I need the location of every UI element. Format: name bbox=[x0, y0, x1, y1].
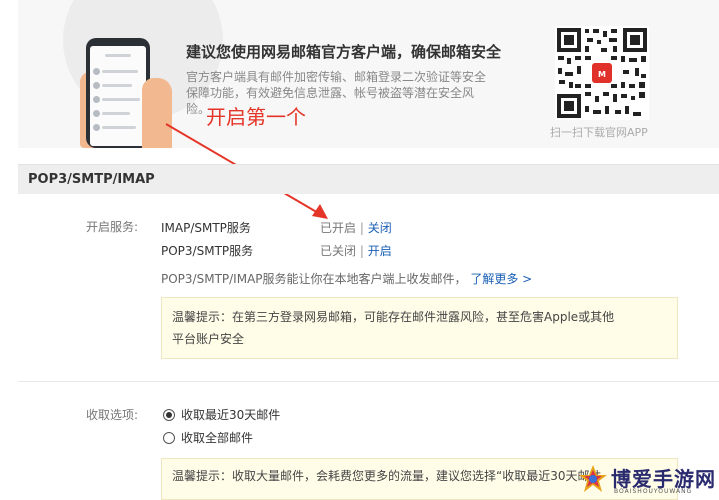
security-tip-line-2: 平台账户安全 bbox=[172, 332, 245, 346]
receive-options-label: 收取选项: bbox=[86, 408, 139, 422]
service-info-text: POP3/SMTP/IMAP服务能让你在本地客户端上收发邮件， bbox=[161, 272, 467, 286]
service-status-pop3: 已关闭 | 开启 bbox=[320, 242, 392, 259]
radio-unchecked-icon[interactable] bbox=[163, 431, 175, 444]
enable-service-label: 开启服务: bbox=[86, 220, 139, 234]
section-divider bbox=[18, 381, 719, 382]
qr-caption: 扫一扫下载官网APP bbox=[550, 126, 648, 139]
section-header: POP3/SMTP/IMAP bbox=[18, 164, 719, 194]
radio-label: 收取全部邮件 bbox=[181, 431, 254, 445]
annotation-label: 开启第一个 bbox=[206, 105, 306, 129]
promo-desc-line-1: 官方客户端具有邮件加密传输、邮箱登录二次验证等安全 bbox=[186, 70, 487, 84]
status-separator: | bbox=[359, 244, 364, 258]
security-tip-line-1: 温馨提示：在第三方登录网易邮箱，可能存在邮件泄露风险，甚至危害Apple或其他 bbox=[172, 310, 615, 324]
service-name-imap: IMAP/SMTP服务 bbox=[161, 221, 251, 235]
client-promo-banner: 建议您使用网易邮箱官方客户端，确保邮箱安全 官方客户端具有邮件加密传输、邮箱登录… bbox=[18, 0, 719, 148]
radio-label: 收取最近30天邮件 bbox=[181, 408, 281, 422]
enable-pop3-link[interactable]: 开启 bbox=[368, 244, 392, 258]
site-watermark: 博爱手游网 BOAISHOUYOUWANG bbox=[578, 461, 719, 500]
radio-all-mail[interactable]: 收取全部邮件 bbox=[163, 429, 253, 446]
status-text: 已关闭 bbox=[320, 244, 357, 258]
phone-screen bbox=[90, 46, 146, 146]
traffic-tip-text: 温馨提示：收取大量邮件，会耗费您更多的流量，建议您选择“收取最近30天邮件 bbox=[172, 469, 602, 483]
section-title: POP3/SMTP/IMAP bbox=[28, 172, 155, 187]
service-name-pop3: POP3/SMTP服务 bbox=[161, 244, 254, 258]
security-tip-box: 温馨提示：在第三方登录网易邮箱，可能存在邮件泄露风险，甚至危害Apple或其他 … bbox=[161, 297, 678, 359]
promo-title: 建议您使用网易邮箱官方客户端，确保邮箱安全 bbox=[186, 43, 502, 61]
watermark-logo-icon bbox=[579, 465, 607, 492]
service-info: POP3/SMTP/IMAP服务能让你在本地客户端上收发邮件， 了解更多 > bbox=[161, 270, 532, 287]
status-separator: | bbox=[359, 221, 364, 235]
service-status-imap: 已开启 | 关闭 bbox=[320, 219, 392, 236]
app-download-qr-code: M bbox=[555, 26, 649, 120]
watermark-subtitle: BOAISHOUYOUWANG bbox=[614, 488, 693, 495]
qr-code-icon: M bbox=[555, 26, 649, 120]
status-text: 已开启 bbox=[320, 221, 357, 235]
hand-illustration-right bbox=[142, 78, 172, 148]
radio-checked-icon[interactable] bbox=[163, 408, 175, 421]
svg-text:M: M bbox=[598, 70, 606, 79]
phone-illustration bbox=[86, 38, 150, 148]
radio-recent-30-days[interactable]: 收取最近30天邮件 bbox=[163, 406, 280, 423]
disable-imap-link[interactable]: 关闭 bbox=[368, 221, 392, 235]
learn-more-link[interactable]: 了解更多 > bbox=[470, 272, 532, 286]
